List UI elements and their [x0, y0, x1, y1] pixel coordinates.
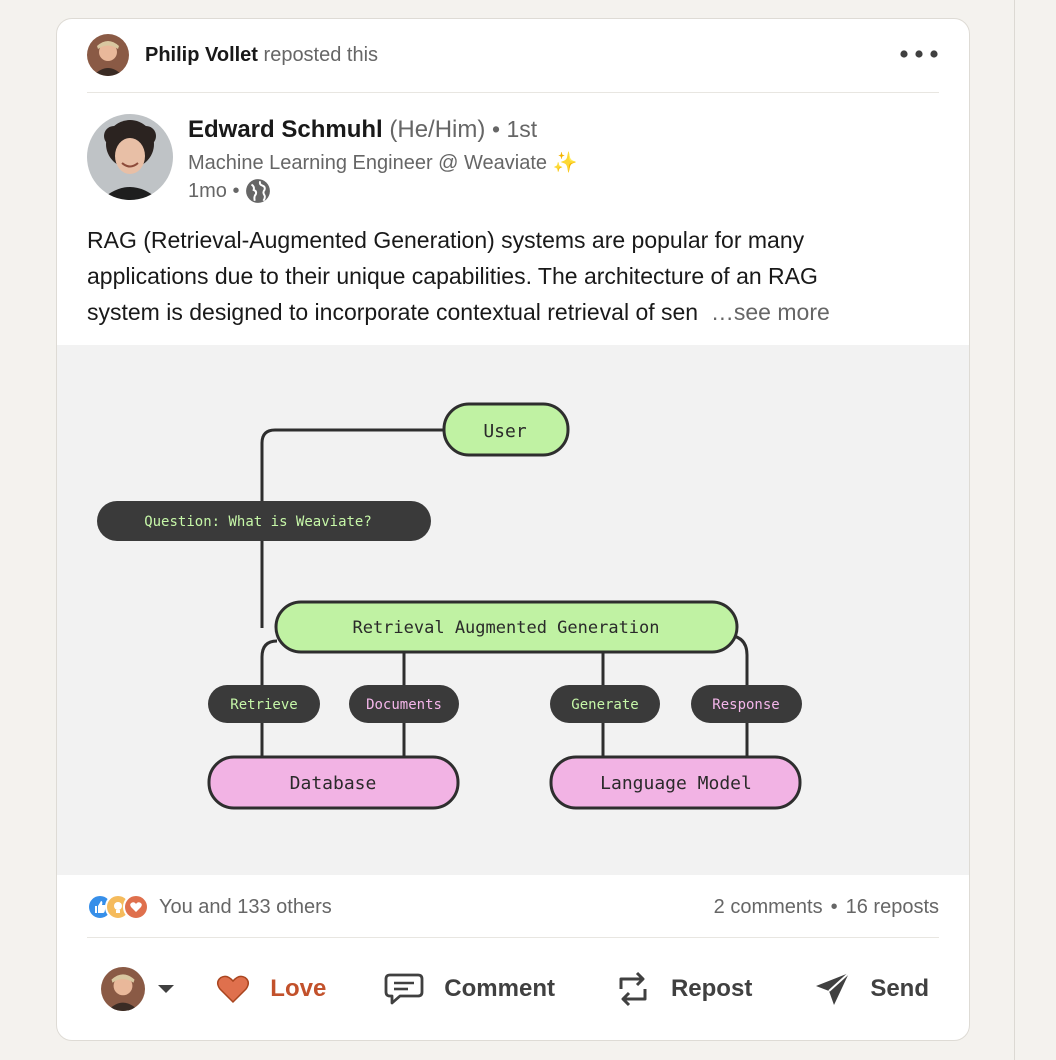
diagram-response-label: Response	[712, 697, 779, 713]
post-body: RAG (Retrieval-Augmented Generation) sys…	[87, 222, 947, 330]
love-button[interactable]: Love	[206, 961, 336, 1017]
send-label: Send	[870, 975, 929, 1002]
actions-divider	[87, 937, 939, 938]
globe-icon	[245, 178, 271, 204]
diagram-documents-label: Documents	[366, 697, 442, 713]
reaction-identity-selector[interactable]	[87, 967, 181, 1011]
author-headline: Machine Learning Engineer @ Weaviate ✨	[188, 152, 578, 174]
post-line: applications due to their unique capabil…	[87, 263, 818, 289]
social-counts: You and 133 others 2 comments • 16 repos…	[87, 889, 939, 925]
post-actions: Love Comment Repost Send	[87, 957, 939, 1021]
repost-label: Repost	[670, 975, 753, 1002]
love-icon	[123, 894, 149, 920]
author-name-line: Edward Schmuhl (He/Him) • 1st	[188, 116, 537, 144]
post-line-text: system is designed to incorporate contex…	[87, 299, 699, 325]
author-pronouns: (He/Him)	[389, 116, 486, 143]
post-age: 1mo •	[188, 179, 240, 202]
diagram-user-node: User	[483, 421, 527, 442]
diagram-rag-node: Retrieval Augmented Generation	[352, 618, 659, 638]
post-line: system is designed to incorporate contex…	[87, 294, 947, 330]
comments-count[interactable]: 2 comments	[714, 896, 823, 919]
post-line: RAG (Retrieval-Augmented Generation) sys…	[87, 227, 805, 253]
love-label: Love	[270, 975, 327, 1002]
author-name[interactable]: Edward Schmuhl	[188, 116, 383, 143]
comment-button[interactable]: Comment	[374, 961, 565, 1017]
reposter-name[interactable]: Philip Vollet	[145, 44, 258, 66]
diagram-database-node: Database	[290, 773, 377, 794]
right-rail	[1014, 0, 1056, 1060]
diagram-retrieve-label: Retrieve	[230, 697, 297, 713]
repost-header: Philip Vollet reposted this	[87, 34, 939, 76]
post-author: Edward Schmuhl (He/Him) • 1st Machine Le…	[87, 114, 947, 206]
current-user-avatar	[101, 967, 145, 1011]
reactions-count[interactable]: You and 133 others	[159, 896, 332, 919]
repost-button[interactable]: Repost	[605, 961, 762, 1017]
see-more-button[interactable]: …see more	[711, 299, 830, 325]
post-time: 1mo •	[188, 178, 271, 204]
send-button[interactable]: Send	[804, 961, 939, 1017]
diagram-generate-label: Generate	[571, 697, 638, 713]
reactions-stack[interactable]	[87, 894, 149, 920]
post-image-diagram[interactable]: User Question: What is Weaviate? Retriev…	[57, 345, 969, 875]
heart-icon	[216, 974, 260, 1004]
comment-label: Comment	[444, 975, 555, 1002]
connection-degree: • 1st	[492, 116, 538, 142]
author-avatar[interactable]	[87, 114, 173, 200]
diagram-language-model-node: Language Model	[600, 773, 752, 794]
repost-icon	[615, 969, 661, 1009]
header-divider	[87, 92, 939, 93]
feed-post-card: Philip Vollet reposted this Edward Schmu…	[56, 18, 970, 1041]
diagram-question-label: Question: What is Weaviate?	[144, 514, 372, 530]
count-separator: •	[830, 895, 838, 918]
send-icon	[814, 970, 862, 1008]
reposts-count[interactable]: 16 reposts	[846, 896, 939, 919]
caret-down-icon	[157, 984, 175, 994]
reposter-avatar[interactable]	[87, 34, 129, 76]
more-options-icon[interactable]	[899, 38, 939, 70]
repost-text: Philip Vollet reposted this	[145, 44, 378, 67]
comment-icon	[384, 972, 434, 1006]
repost-action: reposted this	[263, 43, 379, 66]
